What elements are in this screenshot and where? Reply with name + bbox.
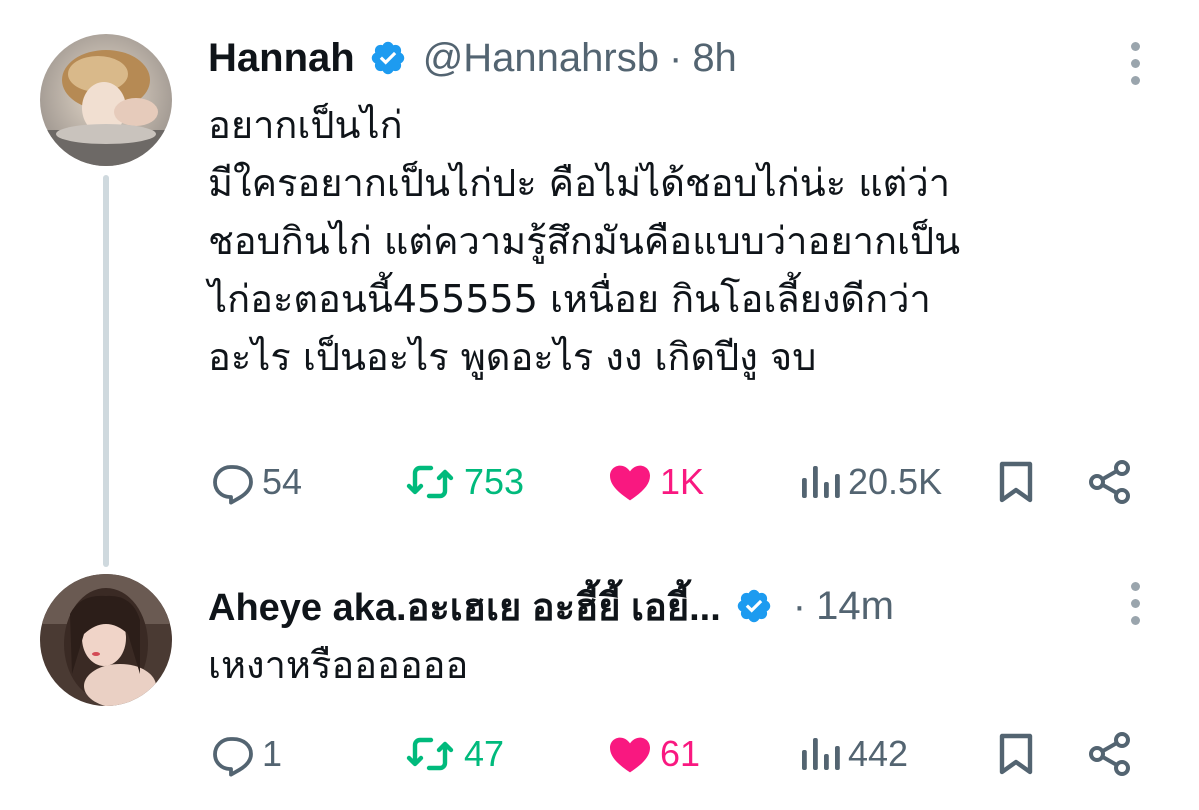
reply-button[interactable]: 54 [208,452,302,512]
timestamp[interactable]: 14m [816,584,894,629]
tweet-main[interactable]: Hannah @Hannahrsb · 8h อยากเป็นไก่ มีใคร… [0,0,1199,567]
bookmark-icon [999,733,1033,775]
heart-icon [610,737,650,773]
separator-dot: · [668,35,683,80]
avatar[interactable] [40,34,172,166]
display-name[interactable]: Hannah [208,36,355,81]
reply-button[interactable]: 1 [208,724,282,784]
retweet-count: 753 [464,461,525,502]
more-icon[interactable] [1128,42,1142,85]
views-button[interactable]: 442 [798,724,908,784]
retweet-icon [406,465,454,499]
retweet-icon [406,737,454,771]
like-button[interactable]: 61 [606,724,700,784]
verified-badge-icon [369,39,407,77]
avatar[interactable] [40,574,172,706]
share-icon [1089,460,1130,504]
views-icon [802,738,840,770]
like-button[interactable]: 1K [606,452,704,512]
tweet-header: Hannah @Hannahrsb · 8h [208,34,737,82]
reply-count: 54 [262,461,303,502]
verified-badge-icon [735,587,773,625]
share-icon [1089,732,1130,776]
share-button[interactable] [1086,452,1134,512]
action-bar: 1 47 61 442 [0,724,1199,784]
tweet-reply[interactable]: Aheye aka.อะเฮเย อะฮี้ยี้ เอยี้... · 14m… [0,560,1199,810]
heart-icon [610,465,650,501]
retweet-count: 47 [464,733,505,774]
like-count: 61 [660,733,701,774]
views-count: 20.5K [848,461,943,502]
action-bar: 54 753 1K 20.5K [0,452,1199,512]
reply-icon [213,465,253,505]
bookmark-button[interactable] [996,452,1036,512]
user-handle[interactable]: @Hannahrsb [423,36,659,81]
bookmark-button[interactable] [996,724,1036,784]
display-name[interactable]: Aheye aka.อะเฮเย อะฮี้ยี้ เอยี้... [208,576,721,637]
views-count: 442 [848,733,909,774]
separator-dot: · [792,583,807,628]
bookmark-icon [999,461,1033,503]
tweet-text: เหงาหรืออออออ [208,643,469,687]
views-button[interactable]: 20.5K [798,452,942,512]
retweet-button[interactable]: 753 [404,452,524,512]
timestamp[interactable]: 8h [692,36,737,81]
like-count: 1K [660,461,705,502]
tweet-text: อยากเป็นไก่ มีใครอยากเป็นไก่ปะ คือไม่ได้… [208,103,961,379]
reply-count: 1 [262,733,283,774]
views-icon [802,466,840,498]
share-button[interactable] [1086,724,1134,784]
reply-icon [213,737,253,777]
more-icon[interactable] [1128,582,1142,625]
retweet-button[interactable]: 47 [404,724,504,784]
tweet-header: Aheye aka.อะเฮเย อะฮี้ยี้ เอยี้... · 14m [208,582,894,630]
